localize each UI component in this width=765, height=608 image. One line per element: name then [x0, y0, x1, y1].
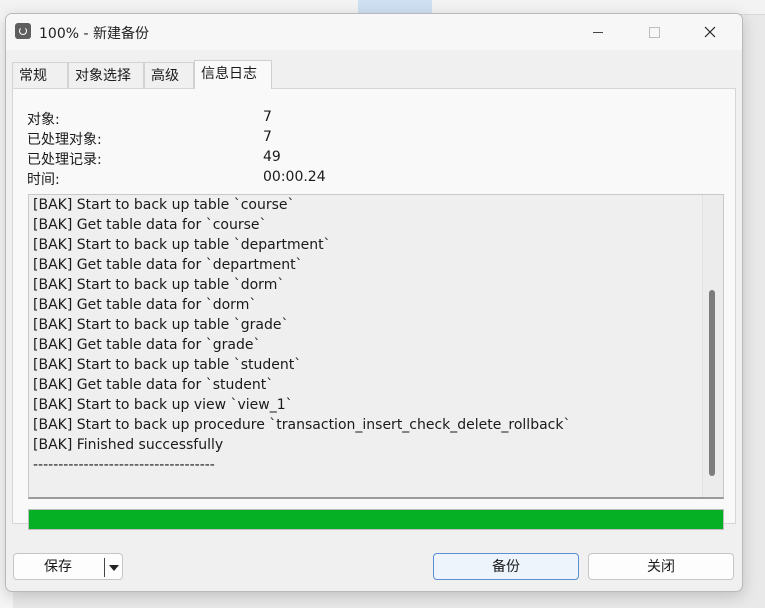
log-scrollbar-thumb[interactable]: [709, 290, 715, 476]
log-line: [BAK] Get table data for `course`: [33, 217, 267, 233]
stat-objects-value: 7: [263, 109, 272, 125]
log-line: [BAK] Start to back up table `dorm`: [33, 277, 285, 293]
log-line: [BAK] Start to back up procedure `transa…: [33, 417, 571, 433]
tab-object-selection[interactable]: 对象选择: [68, 62, 144, 88]
tab-info-log[interactable]: 信息日志: [194, 60, 272, 89]
window-title: 100% - 新建备份: [39, 26, 149, 42]
minimize-icon: [593, 31, 603, 33]
log-separator: ------------------------------------: [33, 457, 215, 473]
save-split-button[interactable]: 保存: [13, 553, 123, 580]
info-log-panel: 对象: 7 已处理对象: 7 已处理记录: 49 时间: 00:00.24 [B…: [12, 88, 736, 530]
stat-processed-records-label: 已处理记录:: [27, 152, 102, 168]
progress-bar: [28, 509, 724, 530]
maximize-button: [626, 14, 682, 50]
save-button-label: 保存: [44, 559, 72, 575]
title-bar[interactable]: 100% - 新建备份: [6, 14, 742, 50]
stat-time-value: 00:00.24: [263, 169, 326, 185]
log-line: [BAK] Get table data for `department`: [33, 257, 303, 273]
close-button[interactable]: [682, 14, 738, 50]
tab-advanced[interactable]: 高级: [144, 62, 194, 88]
stat-time-label: 时间:: [27, 172, 60, 188]
backup-dialog: 100% - 新建备份 对象: 7 已处理对象: 7 已处理记录: 49 时间:…: [5, 13, 743, 592]
log-line: [BAK] Start to back up table `course`: [33, 197, 295, 213]
stat-processed-objects-value: 7: [263, 129, 272, 145]
minimize-button[interactable]: [570, 14, 626, 50]
tab-general[interactable]: 常规: [12, 62, 68, 88]
close-icon: [704, 26, 716, 38]
chevron-down-icon[interactable]: [109, 565, 119, 571]
save-split-divider: [104, 558, 105, 577]
stat-processed-records-value: 49: [263, 149, 281, 165]
log-line: [BAK] Start to back up table `student`: [33, 357, 302, 373]
log-line: [BAK] Finished successfully: [33, 437, 224, 453]
log-line: [BAK] Start to back up table `department…: [33, 237, 331, 253]
backup-button[interactable]: 备份: [433, 553, 579, 580]
backup-app-icon: [15, 23, 31, 39]
stat-objects-label: 对象:: [27, 112, 60, 128]
background-selected-tool: [358, 0, 432, 13]
log-line: [BAK] Get table data for `dorm`: [33, 297, 257, 313]
log-line: [BAK] Get table data for `grade`: [33, 337, 261, 353]
progress-fill: [29, 510, 723, 529]
log-line: [BAK] Start to back up view `view_1`: [33, 397, 293, 413]
close-dialog-button[interactable]: 关闭: [588, 553, 734, 580]
maximize-icon: [648, 26, 660, 38]
log-textarea[interactable]: [BAK] Start to back up table `course` [B…: [28, 194, 724, 499]
log-line: [BAK] Start to back up table `grade`: [33, 317, 289, 333]
stat-processed-objects-label: 已处理对象:: [27, 132, 102, 148]
log-line: [BAK] Get table data for `student`: [33, 377, 274, 393]
